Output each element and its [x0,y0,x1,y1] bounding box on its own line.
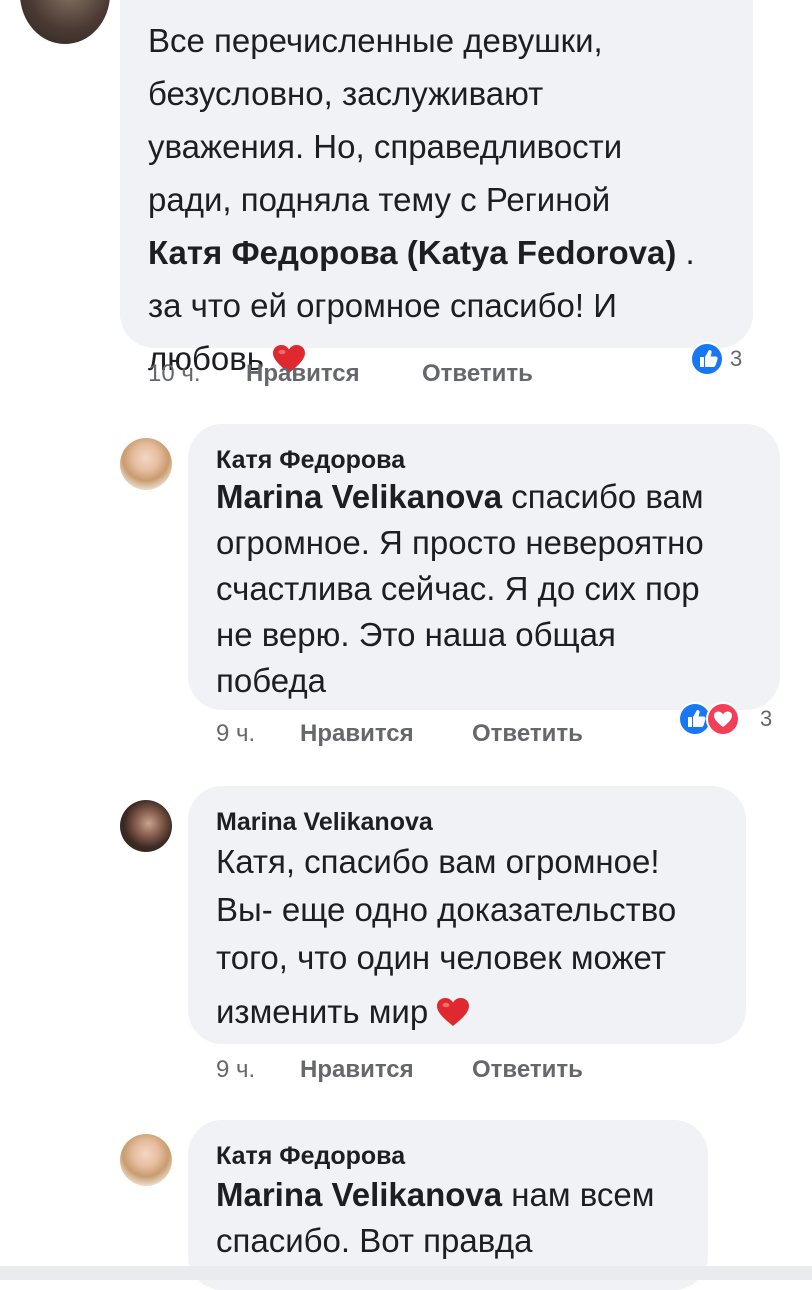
comment-text: Все перечисленные девушки, безусловно, з… [148,22,695,377]
avatar[interactable] [120,1134,172,1186]
timestamp[interactable]: 9 ч. [216,720,255,748]
reply-button[interactable]: Ответить [422,360,533,388]
heart-emoji-icon [437,998,470,1026]
comment-meta: 9 ч. Нравится Ответить [216,1056,676,1086]
comment-author[interactable]: Катя Федорова [216,446,405,475]
mention-link[interactable]: Катя Федорова (Katya Fedorova) [148,234,676,271]
reply-button[interactable]: Ответить [472,720,583,748]
like-icon [690,342,724,376]
mention-link[interactable]: Marina Velikanova [216,1176,502,1213]
like-button[interactable]: Нравится [300,720,414,748]
comment-author[interactable]: Marina Velikanova [216,808,433,837]
comment-author[interactable]: Катя Федорова [216,1142,405,1171]
comment-meta: 10 ч. Нравится Ответить [148,360,628,390]
comment-text: Катя, спасибо вам огромное! Вы- еще одно… [216,843,677,1030]
heart-icon [706,702,740,736]
divider [0,1266,812,1280]
timestamp[interactable]: 10 ч. [148,360,201,388]
avatar[interactable] [120,800,172,852]
like-button[interactable]: Нравится [300,1056,414,1084]
reaction-count: 3 [760,706,773,731]
comment-text: Marina Velikanova нам всем спасибо. Вот … [216,1176,655,1259]
reaction-count: 3 [730,346,743,371]
comment-meta: 9 ч. Нравится Ответить [216,720,676,750]
timestamp[interactable]: 9 ч. [216,1056,255,1084]
reaction-summary[interactable]: 3 [690,342,760,376]
avatar[interactable] [20,0,110,44]
reaction-summary[interactable]: 3 [678,702,788,736]
mention-link[interactable]: Marina Velikanova [216,478,502,515]
reply-button[interactable]: Ответить [472,1056,583,1084]
comment-text: Marina Velikanova спасибо вам огромное. … [216,478,704,699]
like-button[interactable]: Нравится [246,360,360,388]
avatar[interactable] [120,438,172,490]
